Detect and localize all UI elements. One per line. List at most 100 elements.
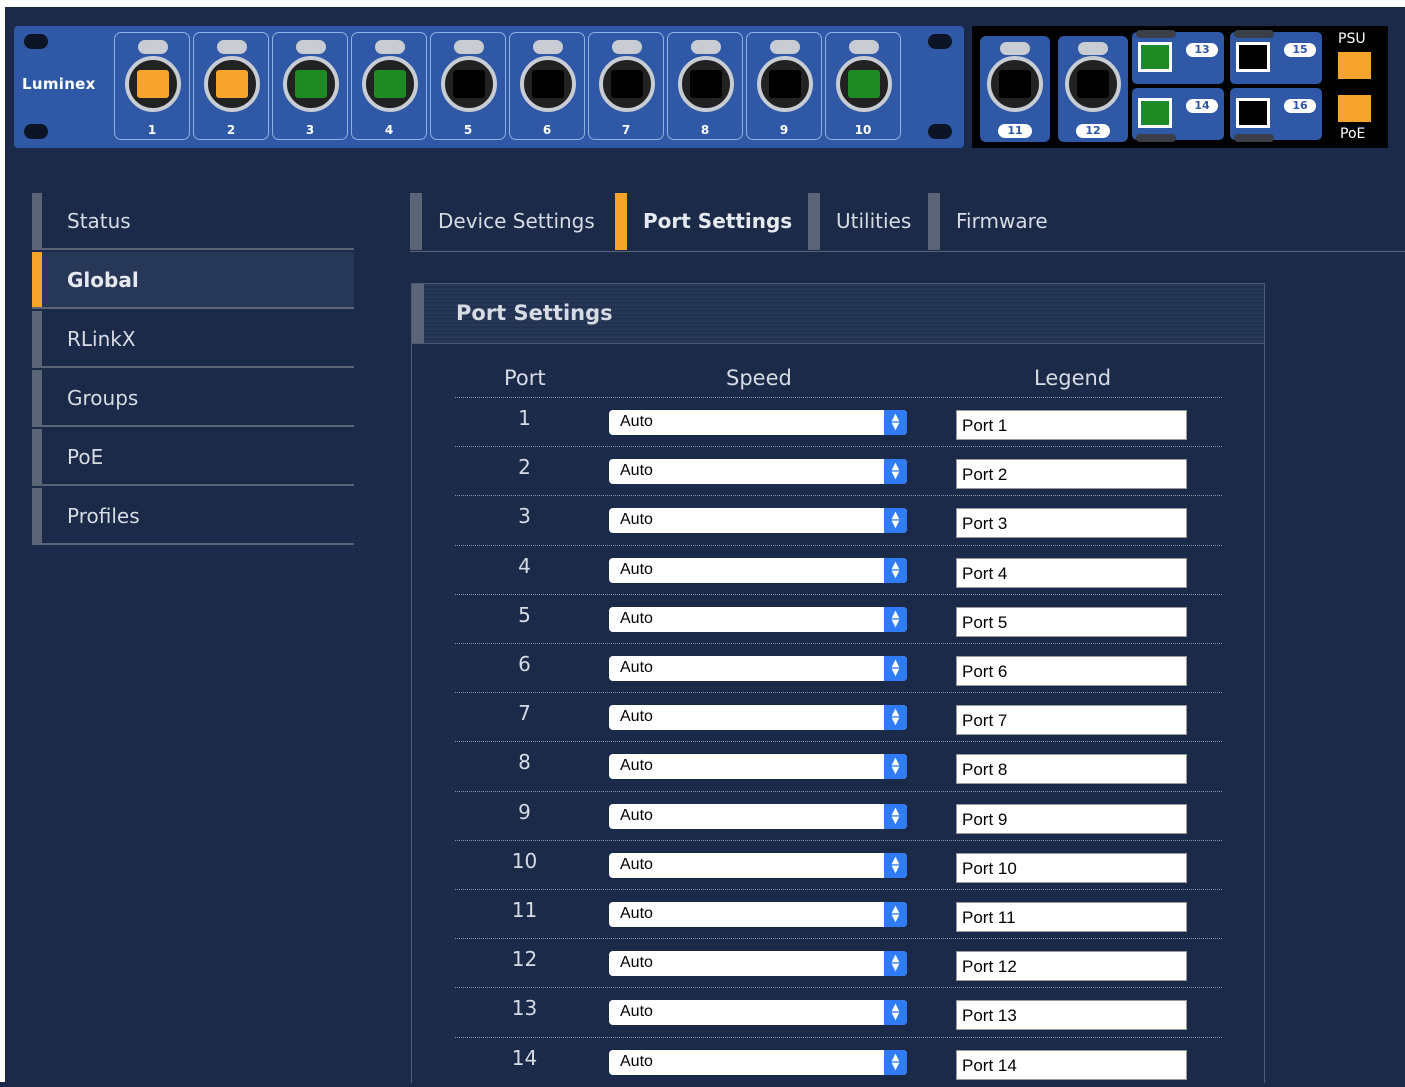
tab-firmware[interactable]: Firmware (928, 193, 1068, 250)
panel-title: Port Settings (456, 301, 613, 325)
legend-value: Port 6 (962, 662, 1008, 681)
sfp-port[interactable]: 14 (1132, 88, 1224, 142)
port-number: 10 (854, 123, 872, 137)
speed-value: Auto (620, 659, 653, 676)
ethernet-port[interactable]: 7 (588, 32, 664, 140)
legend-input[interactable]: Port 6 (956, 656, 1187, 686)
legend-input[interactable]: Port 11 (956, 902, 1187, 932)
legend-input[interactable]: Port 7 (956, 705, 1187, 736)
sfp-port[interactable]: 13 (1132, 30, 1224, 84)
sfp-cage (1136, 134, 1176, 142)
legend-value: Port 4 (962, 563, 1008, 583)
sfp-cage (1234, 134, 1274, 142)
sidebar-item-label: PoE (67, 445, 104, 469)
table-row: 4 Auto ▲ ▼ Port 4 (455, 544, 1222, 595)
sidebar-item-profiles[interactable]: Profiles (32, 488, 354, 545)
table-row: 9 Auto ▲ ▼ Port 9 (455, 790, 1222, 841)
speed-select[interactable]: Auto ▲ ▼ (609, 459, 907, 485)
sidebar-item-groups[interactable]: Groups (32, 370, 354, 427)
port-status-led (999, 70, 1031, 98)
port-connector (441, 56, 497, 112)
sidebar-item-rlinkx[interactable]: RLinkX (32, 311, 354, 368)
chevron-updown-icon: ▲ ▼ (884, 1049, 907, 1075)
speed-select[interactable]: Auto ▲ ▼ (609, 902, 907, 927)
port-latch (217, 40, 247, 54)
ethernet-port[interactable]: 3 (272, 32, 348, 140)
port-number-cell: 14 (511, 1045, 538, 1070)
speed-select[interactable]: Auto ▲ ▼ (609, 754, 907, 780)
device-front-panel: Luminex 1 2 3 4 5 6 7 8 9 10 (14, 26, 964, 148)
legend-input[interactable]: Port 4 (956, 557, 1187, 588)
ethernet-port[interactable]: 4 (351, 32, 427, 140)
port-connector (836, 56, 892, 112)
sidebar-item-global[interactable]: Global (32, 252, 354, 309)
table-row: 8 Auto ▲ ▼ Port 8 (455, 741, 1222, 791)
port-latch (138, 40, 168, 54)
speed-select[interactable]: Auto ▲ ▼ (609, 1049, 907, 1075)
speed-select[interactable]: Auto ▲ ▼ (609, 606, 907, 632)
speed-select[interactable]: Auto ▲ ▼ (609, 852, 907, 878)
speed-select[interactable]: Auto ▲ ▼ (609, 508, 907, 534)
legend-input[interactable]: Port 2 (956, 459, 1187, 490)
table-row: 12 Auto ▲ ▼ Port 12 (455, 938, 1222, 988)
chevron-updown-icon: ▲ ▼ (884, 557, 907, 583)
port-number: 5 (463, 123, 473, 137)
ethernet-port[interactable]: 5 (430, 32, 506, 140)
speed-value: Auto (620, 609, 653, 627)
port-number: 1 (147, 123, 157, 137)
port-number: 16 (1284, 99, 1316, 113)
speed-select[interactable]: Auto ▲ ▼ (609, 1000, 907, 1026)
device-side-panel: 11 12 13 14 15 16 PSU PoE (972, 26, 1388, 148)
ethernet-port[interactable]: 9 (746, 32, 822, 140)
tab-utilities[interactable]: Utilities (808, 193, 928, 250)
ethernet-port[interactable]: 8 (667, 32, 743, 140)
legend-input[interactable]: Port 12 (956, 951, 1187, 982)
chevron-updown-icon: ▲ ▼ (884, 1000, 907, 1026)
chevron-updown-icon: ▲ ▼ (884, 459, 907, 485)
ethernet-port[interactable]: 1 (114, 32, 190, 140)
speed-value: Auto (620, 1003, 653, 1021)
uplink-port[interactable]: 12 (1058, 36, 1128, 142)
legend-input[interactable]: Port 5 (956, 606, 1187, 637)
tab-label: Device Settings (438, 209, 595, 233)
sidebar-item-marker (32, 311, 42, 366)
port-settings-panel: Port Settings Port Speed Legend 1 Auto ▲ ▼ P… (411, 283, 1265, 1083)
ethernet-port[interactable]: 10 (825, 32, 901, 140)
sfp-port[interactable]: 16 (1230, 88, 1322, 142)
table-row: 2 Auto ▲ ▼ Port 2 (455, 446, 1222, 496)
ethernet-port[interactable]: 2 (193, 32, 269, 140)
legend-input[interactable]: Port 14 (956, 1049, 1187, 1080)
sidebar-item-status[interactable]: Status (32, 193, 354, 250)
chevron-updown-icon: ▲ ▼ (884, 508, 907, 534)
speed-select[interactable]: Auto ▲ ▼ (609, 803, 907, 829)
port-latch (296, 40, 326, 54)
legend-input[interactable]: Port 10 (956, 852, 1187, 883)
tab-marker (808, 193, 820, 250)
table-row: 14 Auto ▲ ▼ Port 14 (455, 1036, 1222, 1087)
speed-select[interactable]: Auto ▲ ▼ (609, 951, 907, 977)
speed-select[interactable]: Auto ▲ ▼ (609, 557, 907, 583)
legend-input[interactable]: Port 3 (956, 508, 1187, 539)
port-status-led (295, 70, 327, 98)
port-number: 15 (1284, 43, 1316, 57)
port-connector (125, 56, 181, 112)
table-row: 5 Auto ▲ ▼ Port 5 (455, 593, 1222, 644)
uplink-port[interactable]: 11 (980, 36, 1050, 142)
sfp-cage (1234, 30, 1274, 38)
tab-device-settings[interactable]: Device Settings (410, 193, 615, 250)
legend-input[interactable]: Port 8 (956, 754, 1187, 785)
chevron-updown-icon: ▲ ▼ (884, 656, 907, 681)
legend-value: Port 12 (962, 957, 1017, 977)
sfp-port[interactable]: 15 (1230, 30, 1322, 84)
legend-input[interactable]: Port 1 (956, 410, 1187, 440)
ethernet-port[interactable]: 6 (509, 32, 585, 140)
legend-input[interactable]: Port 13 (956, 1000, 1187, 1031)
speed-select[interactable]: Auto ▲ ▼ (609, 410, 907, 435)
sidebar-item-poe[interactable]: PoE (32, 429, 354, 486)
speed-select[interactable]: Auto ▲ ▼ (609, 656, 907, 681)
legend-input[interactable]: Port 9 (956, 803, 1187, 834)
legend-value: Port 1 (962, 416, 1008, 435)
legend-value: Port 14 (962, 1055, 1017, 1075)
tab-port-settings[interactable]: Port Settings (615, 193, 808, 250)
speed-select[interactable]: Auto ▲ ▼ (609, 705, 907, 731)
